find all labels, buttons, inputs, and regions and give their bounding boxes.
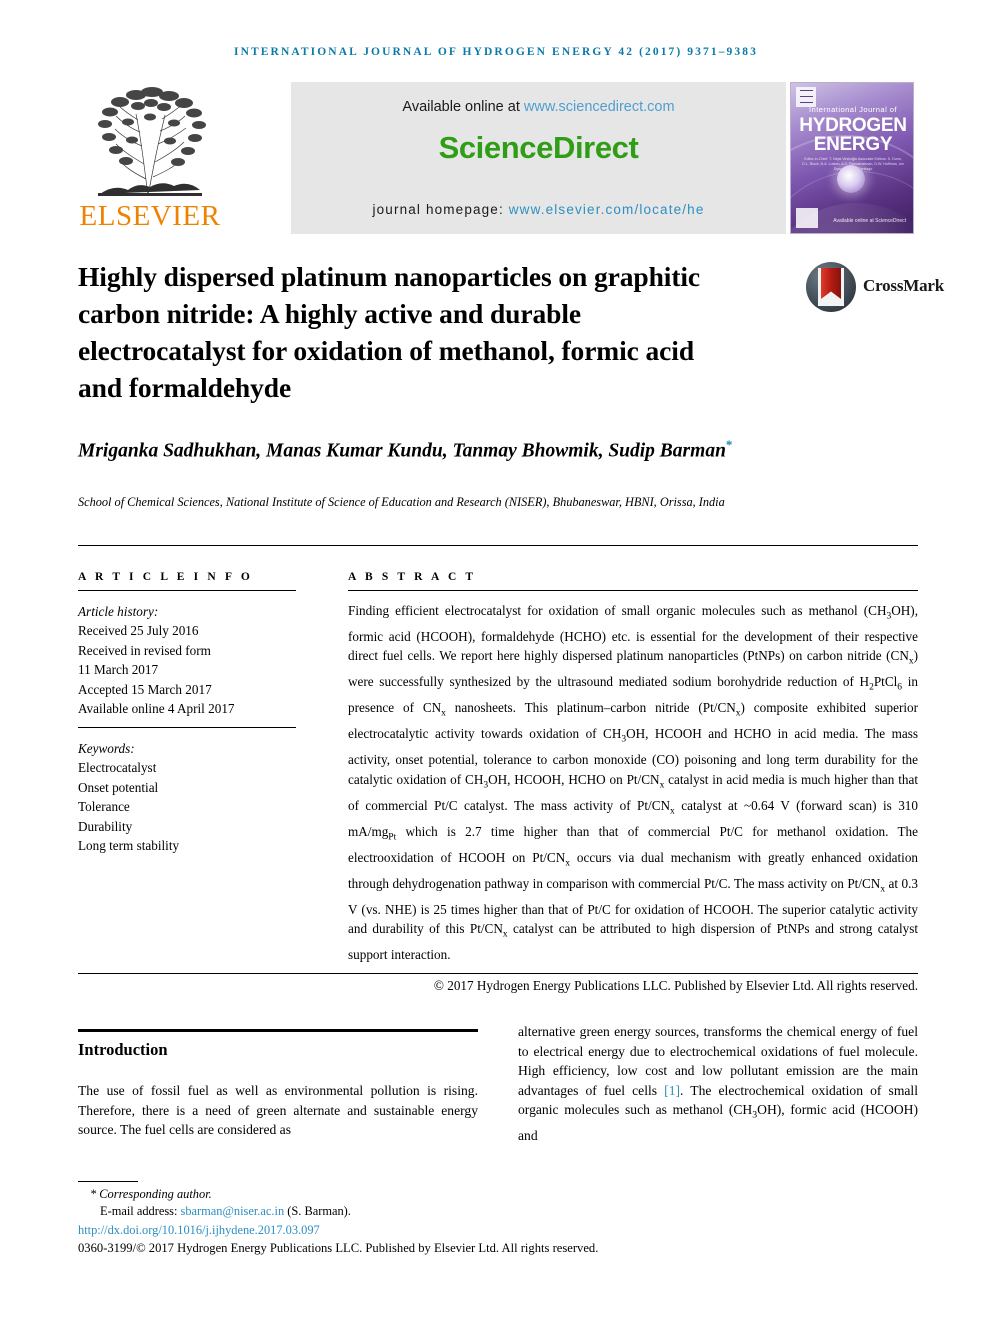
journal-homepage-line: journal homepage: www.elsevier.com/locat… — [291, 202, 786, 217]
history-item: Available online 4 April 2017 — [78, 701, 235, 717]
keyword-item: Onset potential — [78, 779, 159, 795]
sciencedirect-banner: Available online at www.sciencedirect.co… — [291, 82, 786, 234]
author-names: Mriganka Sadhukhan, Manas Kumar Kundu, T… — [78, 440, 726, 462]
author-affiliation: School of Chemical Sciences, National In… — [78, 495, 725, 509]
journal-masthead: ELSEVIER Available online at www.science… — [76, 82, 916, 237]
crossmark-label: CrossMark — [863, 276, 944, 295]
history-item: Received in revised form — [78, 642, 211, 658]
divider-footnote — [78, 1181, 138, 1182]
page-title: Highly dispersed platinum nanoparticles … — [78, 261, 701, 403]
divider-above-sections — [78, 545, 918, 547]
divider-article-info-top — [78, 590, 296, 592]
cover-orb-decoration — [837, 165, 865, 193]
issn-copyright-line: 0360-3199/© 2017 Hydrogen Energy Publica… — [78, 1240, 599, 1255]
abstract-caption: A B S T R A C T — [348, 571, 477, 583]
article-history-label: Article history: — [78, 604, 159, 619]
doi-link[interactable]: http://dx.doi.org/10.1016/j.ijhydene.201… — [78, 1222, 918, 1239]
elsevier-wordmark: ELSEVIER — [79, 200, 221, 232]
history-item: Received 25 July 2016 — [78, 623, 199, 639]
sciencedirect-url-link[interactable]: www.sciencedirect.com — [524, 99, 675, 115]
keyword-item: Durability — [78, 818, 133, 834]
cover-title-small: International Journal of — [808, 105, 898, 114]
elsevier-logo: ELSEVIER — [76, 82, 224, 237]
journal-homepage-label: journal homepage: — [372, 202, 509, 217]
crossmark-badge[interactable]: CrossMark — [806, 262, 944, 314]
divider-above-introduction — [78, 1029, 478, 1033]
history-item: Accepted 15 March 2017 — [78, 681, 212, 697]
divider-abstract-top — [348, 590, 918, 592]
abstract-body: Finding efficient electrocatalyst for ox… — [348, 601, 918, 996]
email-owner: (S. Barman). — [284, 1204, 351, 1219]
citation-link[interactable]: [1] — [664, 1083, 680, 1098]
introduction-left-column: The use of fossil fuel as well as enviro… — [78, 1083, 478, 1138]
cover-title-energy: ENERGY — [813, 134, 893, 155]
corresponding-author-note: * Corresponding author. — [90, 1187, 212, 1201]
cover-title-hydrogen: HYDROGEN — [799, 115, 907, 136]
abstract-copyright: © 2017 Hydrogen Energy Publications LLC.… — [433, 978, 918, 994]
corresponding-author-marker: * — [725, 437, 733, 452]
journal-homepage-link[interactable]: www.elsevier.com/locate/he — [509, 202, 705, 217]
article-info-caption: A R T I C L E I N F O — [78, 571, 253, 583]
available-online-line: Available online at www.sciencedirect.co… — [291, 99, 786, 115]
keyword-item: Tolerance — [78, 799, 130, 815]
sciencedirect-wordmark: ScienceDirect — [438, 130, 639, 165]
cover-publisher-badge-icon — [796, 87, 816, 107]
abstract-text: Finding efficient electrocatalyst for ox… — [348, 603, 919, 962]
cover-bottom-badge-icon — [796, 208, 818, 228]
page-footer: * Corresponding author. E-mail address: … — [78, 1186, 918, 1257]
section-heading-introduction: Introduction — [78, 1040, 168, 1059]
article-history-block: Article history: Received 25 July 2016 R… — [78, 602, 308, 718]
keyword-item: Long term stability — [78, 838, 180, 854]
crossmark-circle-icon — [806, 262, 856, 312]
author-list: Mriganka Sadhukhan, Manas Kumar Kundu, T… — [78, 432, 778, 465]
journal-cover-thumbnail: International Journal of HYDROGEN ENERGY… — [790, 82, 914, 234]
email-link[interactable]: sbarman@niser.ac.in — [181, 1204, 285, 1218]
email-line: E-mail address: sbarman@niser.ac.in (S. … — [100, 1203, 918, 1220]
keyword-item: Electrocatalyst — [78, 760, 157, 776]
divider-keywords-top — [78, 727, 296, 729]
keywords-block: Keywords: Electrocatalyst Onset potentia… — [78, 739, 308, 855]
history-item: 11 March 2017 — [78, 662, 159, 678]
available-online-label: Available online at — [402, 99, 524, 115]
elsevier-tree-icon — [80, 84, 220, 200]
introduction-right-column: alternative green energy sources, transf… — [518, 1022, 918, 1145]
cover-sciencedirect-mark: Available online at ScienceDirect — [833, 218, 906, 224]
email-label: E-mail address: — [100, 1204, 181, 1219]
running-head: International Journal of Hydrogen Energy… — [234, 46, 758, 58]
keywords-label: Keywords: — [78, 741, 135, 756]
paper-page: International Journal of Hydrogen Energy… — [0, 0, 992, 1323]
